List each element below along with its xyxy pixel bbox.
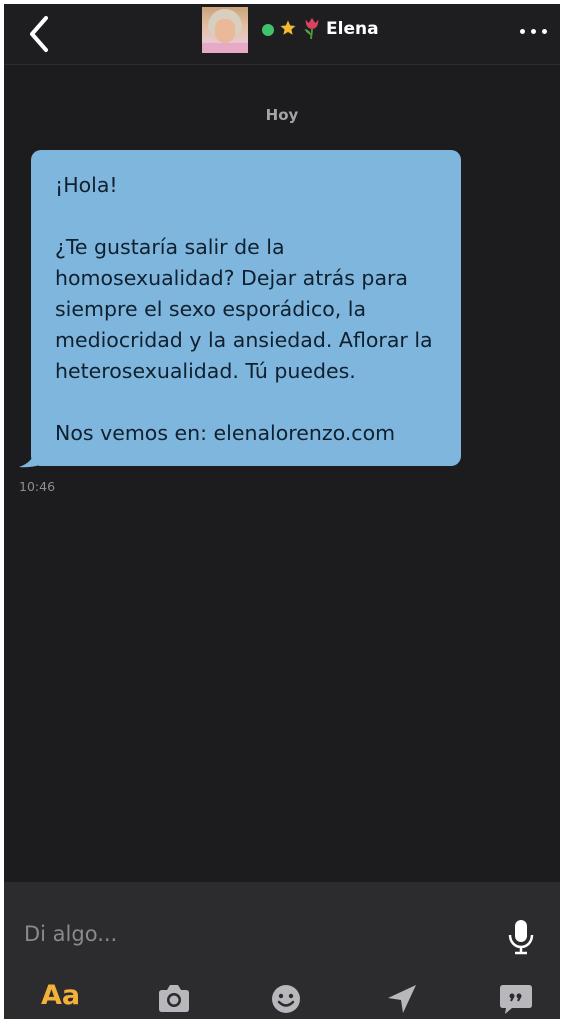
tulip-icon (304, 17, 319, 40)
chat-screen: Elena Hoy ¡Hola! ¿Te gustaría salir de l… (4, 4, 560, 1019)
text-format-button[interactable]: Aa (41, 979, 80, 1019)
star-icon (280, 20, 296, 35)
back-chevron-icon[interactable] (22, 14, 62, 54)
more-dots-icon[interactable] (516, 22, 552, 42)
message-input[interactable] (24, 916, 484, 952)
avatar[interactable] (202, 7, 248, 53)
saved-phrases-icon[interactable] (498, 979, 534, 1019)
emoji-icon[interactable] (270, 979, 302, 1019)
message-timestamp: 10:46 (19, 479, 56, 494)
contact-name[interactable]: Elena (326, 19, 379, 39)
chat-header: Elena (4, 4, 560, 65)
online-status-dot (262, 24, 274, 36)
received-message-bubble[interactable]: ¡Hola! ¿Te gustaría salir de la homosexu… (31, 150, 461, 466)
message-paragraph: ¿Te gustaría salir de la homosexualidad?… (55, 235, 433, 383)
date-separator: Hoy (265, 106, 299, 124)
composer: Aa (4, 882, 560, 1019)
camera-icon[interactable] (156, 979, 192, 1019)
microphone-icon[interactable] (506, 918, 536, 956)
location-icon[interactable] (384, 979, 420, 1019)
message-paragraph: ¡Hola! (55, 173, 118, 197)
message-paragraph: Nos vemos en: elenalorenzo.com (55, 421, 396, 445)
